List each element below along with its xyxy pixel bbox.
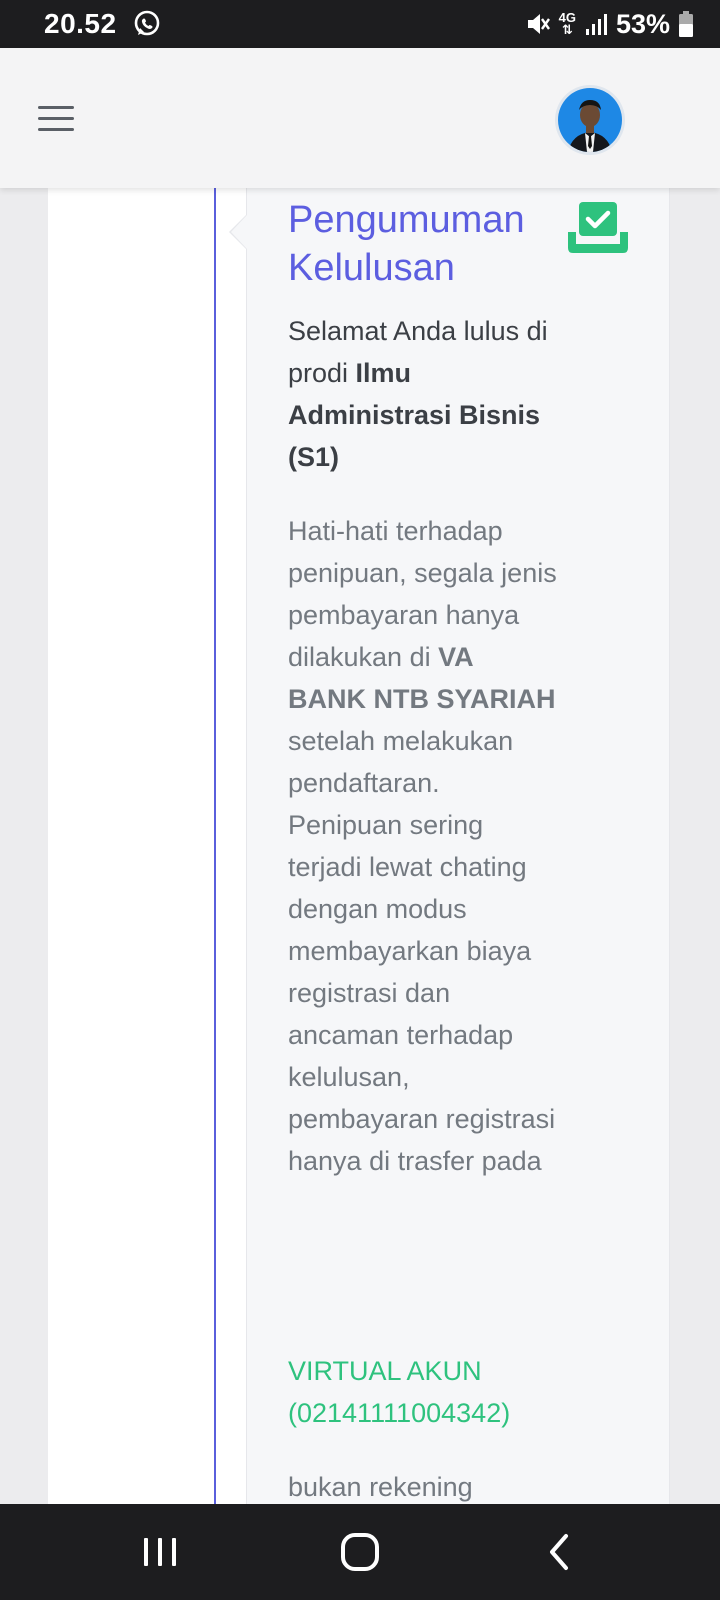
home-icon[interactable] xyxy=(336,1532,384,1572)
status-bar: 20.52 4G ⇅ 53% xyxy=(0,0,720,48)
greeting-text: Selamat Anda lulus di prodi Ilmu Adminis… xyxy=(288,310,558,478)
hamburger-menu-icon[interactable] xyxy=(38,106,74,132)
card-pointer-inner xyxy=(231,215,247,249)
recent-apps-icon[interactable] xyxy=(136,1532,184,1572)
virtual-account-text: VIRTUAL AKUN (02141111004342) xyxy=(288,1356,511,1428)
status-right-group: 4G ⇅ 53% xyxy=(525,8,694,40)
mute-icon xyxy=(527,14,550,34)
greeting-prefix: Selamat Anda lulus di prodi xyxy=(288,316,548,388)
profile-avatar[interactable] xyxy=(555,85,625,155)
inbox-check-icon xyxy=(568,202,628,253)
navigation-bar xyxy=(0,1504,720,1600)
warning-part-1: Hati-hati terhadap penipuan, segala jeni… xyxy=(288,516,557,672)
avatar-photo xyxy=(558,88,622,152)
main-content[interactable]: Pengumuman Kelulusan Selamat Anda lulus … xyxy=(0,188,720,1504)
back-icon[interactable] xyxy=(536,1532,584,1572)
network-label: 4G xyxy=(558,10,576,25)
app-bar xyxy=(0,48,720,188)
status-time: 20.52 xyxy=(44,8,117,39)
timeline-line xyxy=(214,188,216,1504)
whatsapp-icon xyxy=(134,10,160,36)
signal-icon xyxy=(585,14,607,35)
network-type: 4G ⇅ xyxy=(558,10,576,37)
tail-text: bukan rekening xyxy=(288,1472,473,1502)
fraud-warning-text: Hati-hati terhadap penipuan, segala jeni… xyxy=(288,510,558,1182)
battery-icon xyxy=(679,11,693,37)
announcement-title: Pengumuman Kelulusan xyxy=(288,199,525,289)
battery-percent: 53% xyxy=(615,8,670,39)
warning-part-2: setelah melakukan pendaftaran. Penipuan … xyxy=(288,726,556,1176)
